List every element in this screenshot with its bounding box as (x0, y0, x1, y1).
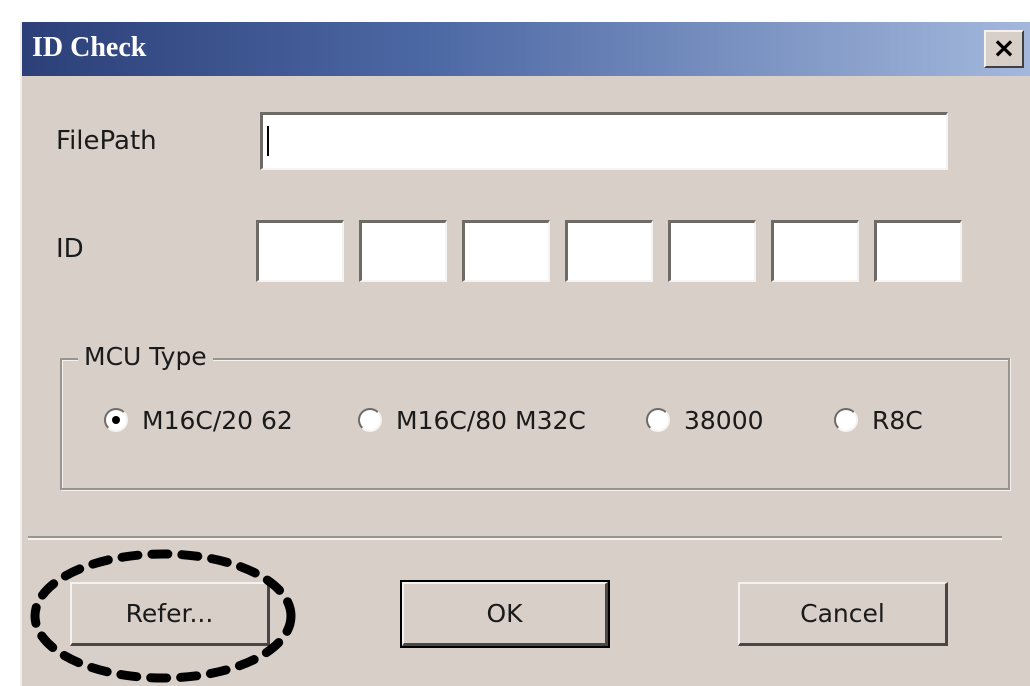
radio-option-r8c[interactable]: R8C (834, 400, 923, 440)
id-label: ID (56, 234, 84, 264)
radio-label: R8C (872, 405, 923, 435)
close-icon: × (992, 31, 1016, 64)
mcu-type-legend: MCU Type (78, 342, 213, 371)
filepath-label: FilePath (56, 126, 157, 156)
filepath-input[interactable] (260, 112, 948, 170)
id-field-1[interactable] (256, 220, 344, 282)
radio-option-38000[interactable]: 38000 (646, 400, 764, 440)
radio-option-m16c-80-m32c[interactable]: M16C/80 M32C (358, 400, 586, 440)
radio-button[interactable] (358, 408, 382, 432)
radio-button[interactable] (646, 408, 670, 432)
id-field-6[interactable] (771, 220, 859, 282)
close-button[interactable]: × (984, 30, 1024, 68)
ok-button[interactable]: OK (400, 580, 610, 648)
id-check-dialog: ID Check × FilePath ID MCU Type M16C/20 … (20, 22, 1030, 686)
id-field-5[interactable] (668, 220, 756, 282)
screenshot-stage: ID Check × FilePath ID MCU Type M16C/20 … (0, 0, 1030, 686)
radio-label: 38000 (684, 405, 764, 435)
title-bar[interactable]: ID Check × (22, 22, 1030, 76)
window-title: ID Check (32, 32, 147, 63)
radio-option-m16c-20-62[interactable]: M16C/20 62 (104, 400, 293, 440)
radio-label: M16C/80 M32C (396, 405, 586, 435)
radio-button[interactable] (834, 408, 858, 432)
cancel-button[interactable]: Cancel (738, 582, 948, 646)
radio-button-selected[interactable] (104, 408, 128, 432)
id-field-2[interactable] (359, 220, 447, 282)
id-field-3[interactable] (462, 220, 550, 282)
id-field-4[interactable] (565, 220, 653, 282)
id-field-7[interactable] (874, 220, 962, 282)
footer-separator (28, 536, 1002, 540)
text-caret (267, 126, 269, 156)
radio-label: M16C/20 62 (142, 405, 293, 435)
refer-button[interactable]: Refer... (70, 582, 270, 646)
